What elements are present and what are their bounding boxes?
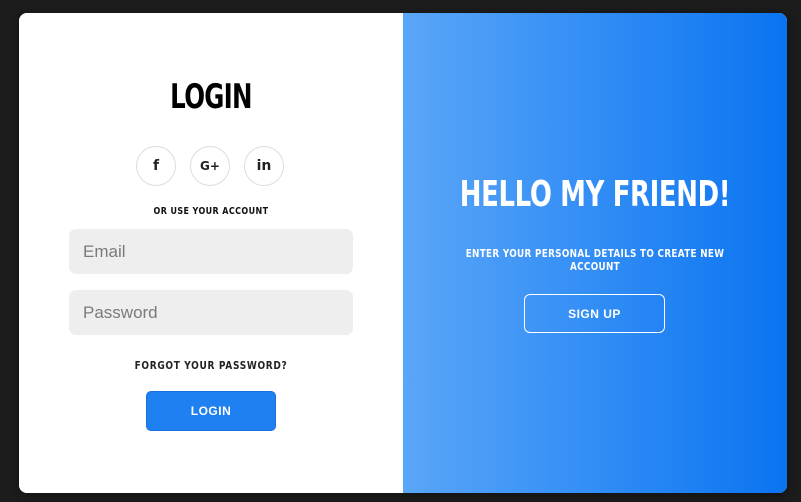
login-title: LOGIN bbox=[170, 77, 252, 117]
facebook-button[interactable]: f bbox=[136, 146, 176, 186]
linkedin-icon: in bbox=[256, 158, 272, 174]
signup-heading: HELLO MY FRIEND! bbox=[459, 174, 731, 215]
signup-message: ENTER YOUR PERSONAL DETAILS TO CREATE NE… bbox=[465, 247, 725, 273]
login-button[interactable]: LOGIN bbox=[146, 391, 276, 431]
signup-panel: HELLO MY FRIEND! ENTER YOUR PERSONAL DET… bbox=[403, 13, 787, 493]
password-field[interactable] bbox=[69, 290, 353, 335]
email-field[interactable] bbox=[69, 229, 353, 274]
social-login-group: f G+ in bbox=[136, 146, 286, 186]
google-plus-icon: G+ bbox=[200, 159, 220, 173]
sign-up-button[interactable]: SIGN UP bbox=[524, 294, 665, 333]
facebook-icon: f bbox=[152, 158, 160, 174]
forgot-password-link[interactable]: FORGOT YOUR PASSWORD? bbox=[54, 359, 369, 372]
use-account-label: OR USE YOUR ACCOUNT bbox=[153, 206, 269, 217]
login-panel: LOGIN f G+ in OR USE YOUR ACCOUNT FORGOT… bbox=[19, 13, 403, 493]
auth-card: LOGIN f G+ in OR USE YOUR ACCOUNT FORGOT… bbox=[19, 13, 787, 493]
linkedin-button[interactable]: in bbox=[244, 146, 284, 186]
google-plus-button[interactable]: G+ bbox=[190, 146, 230, 186]
